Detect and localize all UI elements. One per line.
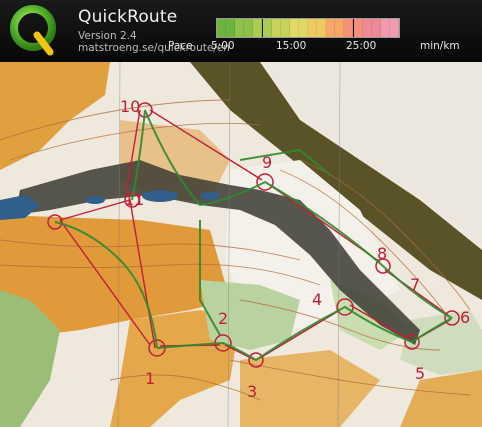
control-label-9: 9	[262, 153, 273, 172]
pace-scale-segment	[280, 19, 290, 37]
control-label-3: 3	[247, 382, 258, 401]
control-label-7: 7	[410, 275, 421, 294]
pace-scale-segment	[289, 19, 299, 37]
pace-scale-segment	[389, 19, 399, 37]
pace-scale-segment	[380, 19, 390, 37]
pace-scale-segment	[326, 19, 336, 37]
control-label-2: 2	[218, 309, 229, 328]
quickroute-logo-icon	[10, 4, 58, 56]
pace-scale-segment	[271, 19, 281, 37]
control-label-11: 11	[124, 190, 145, 209]
app-title: QuickRoute	[78, 7, 178, 27]
control-label-4: 4	[312, 290, 323, 309]
pace-scale-segment	[335, 19, 345, 37]
quickroute-window: QuickRoute Version 2.4 matstroeng.se/qui…	[0, 0, 482, 427]
orienteering-map[interactable]: 1 2 3 4 5 6 7 8 9 10 11	[0, 62, 482, 427]
map-canvas	[0, 62, 482, 427]
pace-scale-segment	[298, 19, 308, 37]
control-label-6: 6	[460, 308, 471, 327]
app-url: matstroeng.se/quickroute/en	[78, 42, 230, 54]
pace-tick-15: 15:00	[276, 40, 307, 52]
pace-unit: min/km	[420, 40, 460, 52]
pace-scale-segment	[262, 19, 272, 37]
pace-scale-segment	[244, 19, 254, 37]
app-version: Version 2.4	[78, 30, 137, 42]
pace-scale-segment	[344, 19, 354, 37]
pace-scale-segment	[371, 19, 381, 37]
pace-tick-5: 5:00	[211, 40, 235, 52]
pace-scale-segment	[217, 19, 227, 37]
pace-scale-segment	[235, 19, 245, 37]
header-bar: QuickRoute Version 2.4 matstroeng.se/qui…	[0, 0, 482, 62]
pace-scale-segment	[353, 19, 363, 37]
control-label-1: 1	[145, 369, 156, 388]
pace-scale-segment	[317, 19, 327, 37]
control-label-5: 5	[415, 364, 426, 383]
pace-color-scale	[216, 18, 400, 38]
pace-scale-segment	[362, 19, 372, 37]
pace-label: Pace	[168, 40, 193, 52]
pace-scale-segment	[253, 19, 263, 37]
control-label-10: 10	[120, 97, 141, 116]
control-label-8: 8	[377, 244, 388, 263]
pace-tick-25: 25:00	[346, 40, 377, 52]
pace-scale-segment	[308, 19, 318, 37]
pace-scale-segment	[226, 19, 236, 37]
